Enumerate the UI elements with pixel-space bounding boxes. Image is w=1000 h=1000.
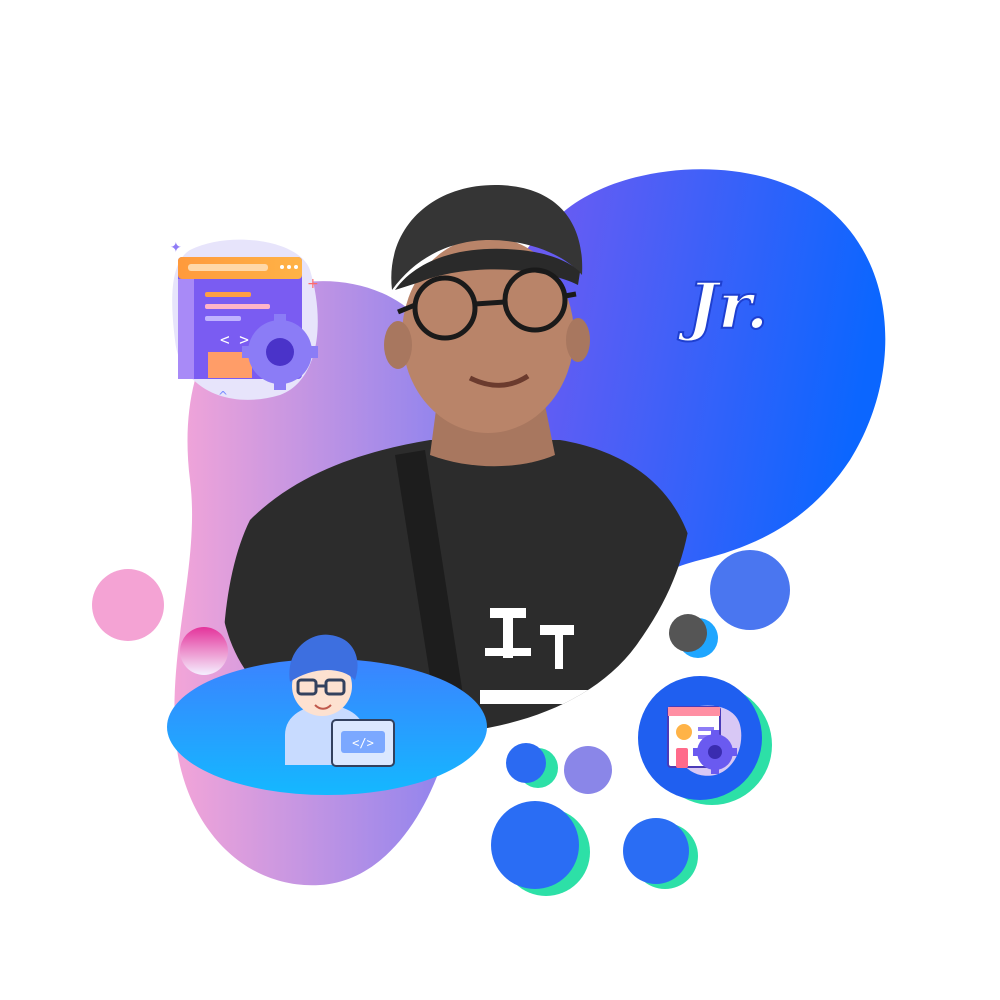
hero-illustration: Jr. < > ✦ + ^ </> [92, 169, 886, 896]
ear-left [384, 321, 412, 369]
blue-circle-right [710, 550, 790, 630]
svg-text:✦: ✦ [170, 240, 182, 256]
blue-dot-3 [623, 818, 689, 884]
lavender-dot [564, 746, 612, 794]
gradient-ball [180, 627, 228, 675]
dark-circle [669, 614, 707, 652]
pink-circle [92, 569, 164, 641]
ear-right [566, 318, 590, 362]
svg-text:</>: </> [352, 736, 374, 750]
code-window-icon: < > ✦ + ^ [170, 239, 319, 403]
blue-dot-2 [491, 801, 579, 889]
jr-badge: Jr. [677, 269, 768, 344]
svg-text:^: ^ [218, 389, 228, 403]
settings-dashboard-icon [638, 676, 772, 805]
svg-text:+: + [307, 276, 319, 292]
blue-dot-1 [506, 743, 546, 783]
